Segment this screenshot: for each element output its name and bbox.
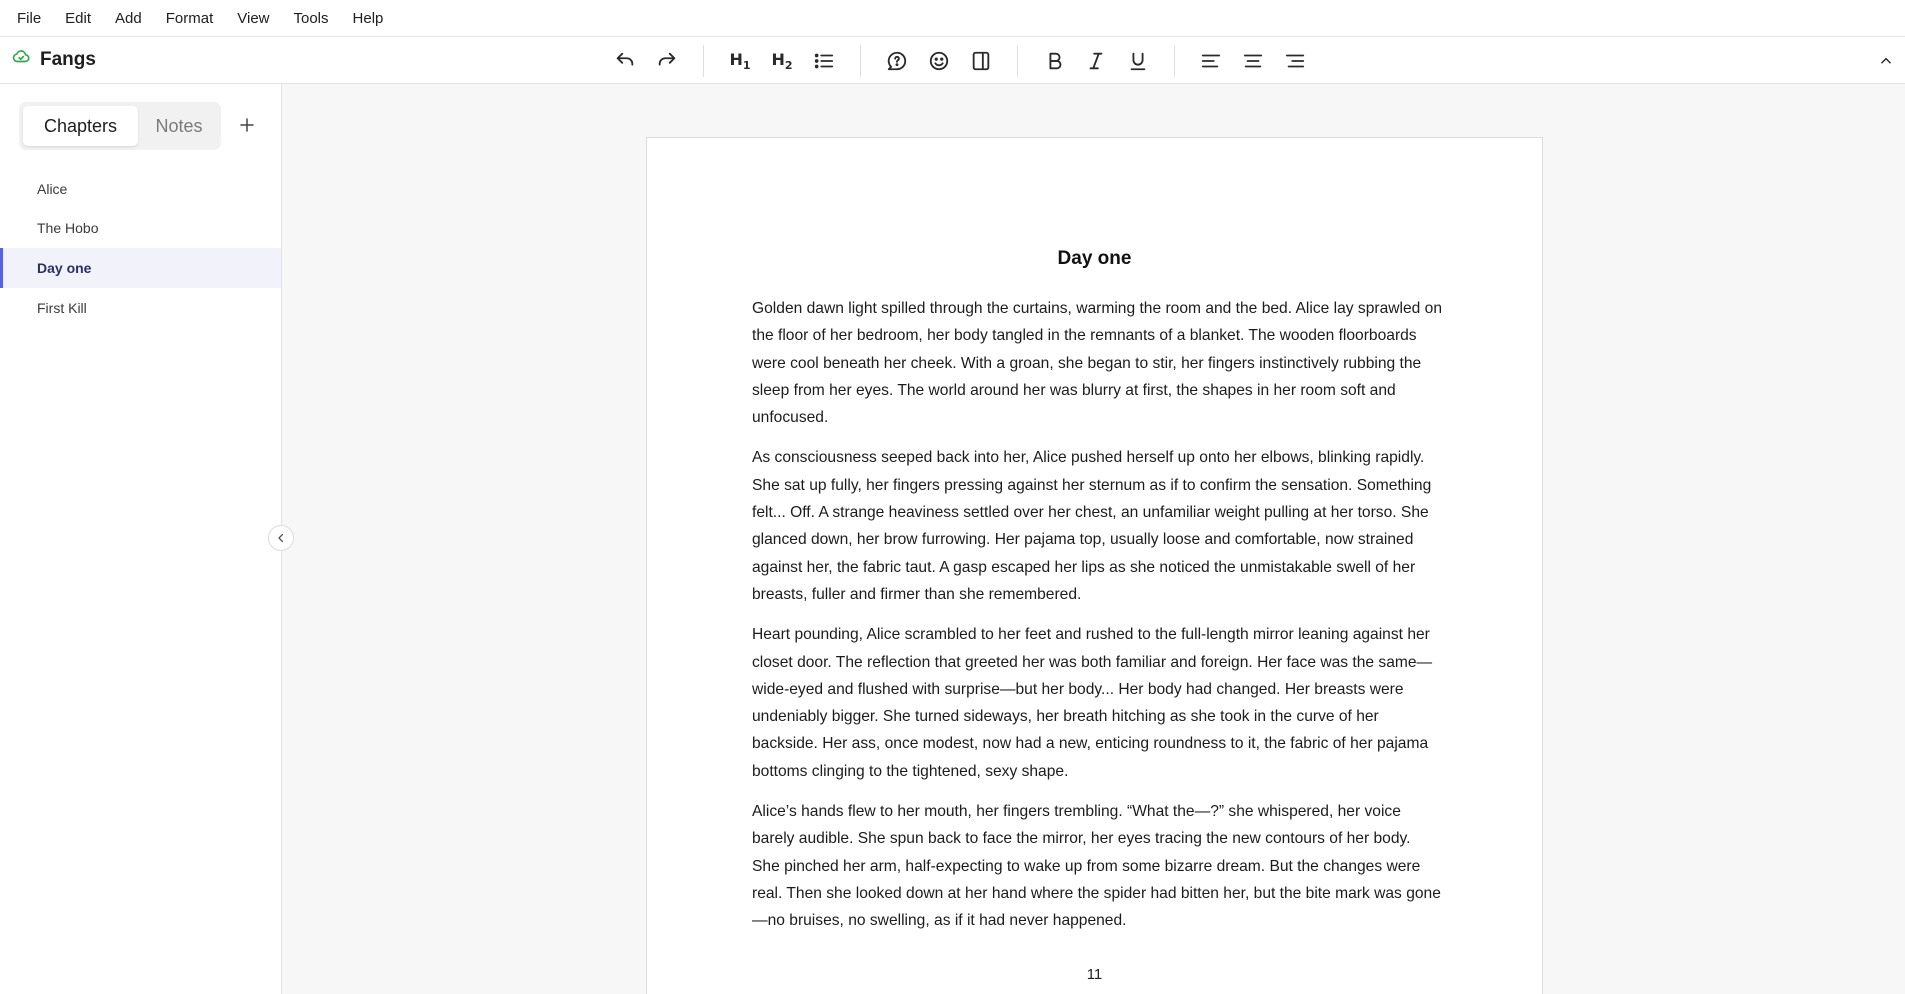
align-left-button[interactable] — [1196, 46, 1226, 76]
chapter-label: The Hobo — [37, 220, 99, 236]
chapter-label: Alice — [37, 181, 68, 197]
menu-view[interactable]: View — [237, 10, 269, 27]
align-left-icon — [1201, 54, 1221, 68]
redo-icon — [658, 52, 676, 66]
bold-icon — [1049, 52, 1062, 70]
underline-icon — [1130, 52, 1146, 71]
split-view-button[interactable] — [966, 46, 996, 76]
toolbar-separator — [1017, 45, 1018, 77]
chapter-label: First Kill — [37, 300, 87, 316]
italic-button[interactable] — [1081, 46, 1111, 76]
chapter-title[interactable]: Day one — [647, 248, 1542, 270]
menu-format[interactable]: Format — [166, 10, 214, 27]
menu-bar: File Edit Add Format View Tools Help — [0, 0, 1905, 37]
paragraph[interactable]: As consciousness seeped back into her, A… — [752, 444, 1442, 608]
chapter-body[interactable]: Golden dawn light spilled through the cu… — [752, 295, 1442, 948]
align-center-icon — [1243, 54, 1263, 68]
bullet-list-icon — [814, 53, 834, 69]
menu-tools[interactable]: Tools — [294, 10, 329, 27]
heading-2-button[interactable]: H2 — [767, 46, 797, 76]
split-view-icon — [972, 51, 990, 71]
sidebar: Chapters Notes Alice The Hobo Day one Fi… — [0, 84, 282, 994]
document-page[interactable]: Day one Golden dawn light spilled throug… — [646, 137, 1543, 994]
undo-icon — [616, 52, 634, 66]
sidebar-tabs: Chapters Notes — [19, 102, 221, 150]
paragraph[interactable]: Heart pounding, Alice scrambled to her f… — [752, 621, 1442, 785]
italic-icon — [1089, 52, 1103, 70]
bullet-list-button[interactable] — [809, 46, 839, 76]
app-name: Fangs — [40, 48, 96, 70]
app-brand: Fangs — [12, 48, 96, 71]
toolbar-separator — [1174, 45, 1175, 77]
editor-canvas: Day one Golden dawn light spilled throug… — [282, 84, 1905, 994]
menu-help[interactable]: Help — [353, 10, 384, 27]
heading-2-icon: H2 — [771, 49, 793, 73]
chevron-up-icon — [1881, 57, 1891, 64]
menu-add[interactable]: Add — [115, 10, 142, 27]
underline-button[interactable] — [1123, 46, 1153, 76]
paragraph[interactable]: Golden dawn light spilled through the cu… — [752, 295, 1442, 431]
heading-1-icon: H1 — [729, 49, 751, 73]
emoji-button[interactable] — [924, 46, 954, 76]
paragraph[interactable]: Alice’s hands flew to her mouth, her fin… — [752, 798, 1442, 934]
align-right-icon — [1285, 54, 1305, 68]
comment-button[interactable] — [882, 46, 912, 76]
add-chapter-button[interactable] — [232, 110, 262, 140]
bold-button[interactable] — [1040, 46, 1070, 76]
chapter-item-the-hobo[interactable]: The Hobo — [0, 208, 281, 248]
menu-edit[interactable]: Edit — [65, 10, 91, 27]
collapse-toolbar-button[interactable] — [1876, 51, 1896, 71]
plus-icon — [240, 118, 254, 132]
undo-button[interactable] — [610, 46, 640, 76]
menu-file[interactable]: File — [17, 10, 41, 27]
tab-notes[interactable]: Notes — [141, 106, 217, 146]
emoji-icon — [929, 51, 949, 71]
toolbar-separator — [860, 45, 861, 77]
chapter-item-day-one[interactable]: Day one — [0, 248, 281, 288]
align-right-button[interactable] — [1280, 46, 1310, 76]
heading-1-button[interactable]: H1 — [725, 46, 755, 76]
tab-chapters[interactable]: Chapters — [23, 106, 138, 146]
chapter-item-alice[interactable]: Alice — [0, 169, 281, 209]
chapter-label: Day one — [37, 260, 92, 276]
collapse-sidebar-button[interactable] — [268, 525, 294, 551]
redo-button[interactable] — [652, 46, 682, 76]
page-number: 11 — [1086, 966, 1103, 983]
chevron-left-icon — [278, 533, 284, 543]
toolbar-separator — [703, 45, 704, 77]
cloud-sync-icon — [12, 48, 30, 71]
comment-icon — [887, 51, 907, 71]
toolbar: Fangs H1 H2 — [0, 37, 1905, 84]
chapter-item-first-kill[interactable]: First Kill — [0, 288, 281, 328]
align-center-button[interactable] — [1238, 46, 1268, 76]
